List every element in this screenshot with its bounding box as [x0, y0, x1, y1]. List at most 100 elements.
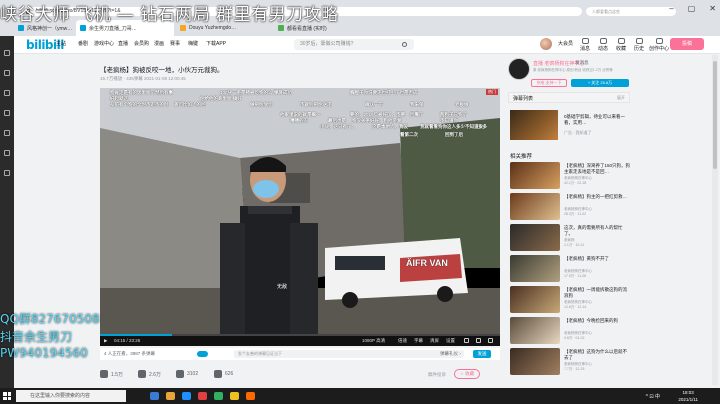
progress-bar[interactable]: [100, 334, 500, 336]
edge-icon[interactable]: [182, 392, 191, 400]
favorite-button[interactable]: 3102: [176, 370, 198, 378]
sidebar-app-icon[interactable]: [4, 130, 10, 136]
search-icon[interactable]: [402, 42, 407, 47]
quality-select[interactable]: 1080P 高清: [362, 338, 385, 344]
uploader-desc: 原 老疯杨狗在神中心 原创 粉丝 收获过1.2万 点赞等: [533, 68, 613, 72]
app-icon[interactable]: [214, 392, 223, 400]
settings-button[interactable]: 设置: [446, 338, 455, 344]
recommend-card[interactable]: 【老疯杨】黄狗不开了 老疯杨狗在神中心 17.5万 · 11-08: [508, 255, 630, 283]
fullscreen-icon[interactable]: [488, 338, 493, 343]
nav-item-manga[interactable]: 漫画: [154, 40, 164, 47]
tab-favicon-icon: [180, 25, 186, 31]
nav-item-anime[interactable]: 番剧: [78, 40, 88, 47]
message-uploader-link[interactable]: 发消息: [575, 60, 589, 66]
danmaku-list-expand[interactable]: 展开: [617, 95, 625, 101]
avatar[interactable]: [540, 38, 552, 50]
nav-item-main[interactable]: 主站: [56, 40, 66, 47]
video-player[interactable]: 狗肯定是有的饭里面了然后有事 100块一条是猪被吃狗的么 弹屏成功 胸膛子你说要…: [100, 88, 500, 346]
recommend-title: 【老疯杨】这狗为什么以后就不去了: [564, 349, 627, 360]
recommend-card[interactable]: 【老疯杨】深窝养了150只狗，狗主家走丢地是不是回… 老疯杨狗在神中心 42.1万 …: [508, 162, 630, 190]
system-tray[interactable]: ^ ⊡ 中: [646, 393, 660, 400]
speed-button[interactable]: 倍速: [398, 338, 407, 344]
danmaku-input[interactable]: 发个友善的弹幕见证当下: [234, 350, 464, 358]
recommend-card[interactable]: 这次，真的需要所有人的帮忙了。 老疯杨 2.1万 · 10-11: [508, 224, 630, 252]
player-controls: ▶ 04:15 / 23:26 1080P 高清 倍速 字幕 清屏 设置: [100, 334, 500, 346]
charge-button[interactable]: 充电 支持一下: [531, 79, 567, 87]
close-icon[interactable]: ✕: [709, 4, 716, 13]
danmaku: 胸膛子你说要走也打上了也是否成: [350, 90, 418, 95]
maximize-icon[interactable]: ▢: [688, 4, 696, 13]
sidebar-game-icon[interactable]: [4, 170, 10, 176]
taskbar-search[interactable]: 在这里输入你要搜索的内容: [16, 390, 126, 402]
upload-button[interactable]: 投稿: [670, 38, 704, 50]
shirt-lettering: 无敌: [277, 284, 288, 290]
sidebar-note-icon[interactable]: [4, 110, 10, 116]
ad-card[interactable]: 0基础学剪辑，待业可以来看一看，实用… 广告 · 我知道了: [508, 108, 630, 144]
app-icon[interactable]: [198, 392, 207, 400]
danmaku: 我来保: [410, 102, 424, 107]
nav-item-live[interactable]: 直播: [118, 40, 128, 47]
nav-item-games[interactable]: 游戏中心: [94, 40, 114, 47]
sidebar-tool-icon[interactable]: [4, 150, 10, 156]
recommend-card[interactable]: 【老疯杨】这狗为什么以后就不去了 老疯杨狗在神中心 7.7万 · 12-25: [508, 348, 630, 376]
play-icon[interactable]: ▶: [104, 338, 107, 344]
header-history[interactable]: 历史: [628, 38, 650, 52]
subtitle-button[interactable]: 字幕: [414, 338, 423, 344]
recommend-card[interactable]: 【老疯杨】今晚捡回来的狗 老疯杨狗在神中心 9.8万 · 01-02: [508, 317, 630, 345]
scrollbar[interactable]: [712, 55, 718, 385]
tab-title: 都看看直播 (实时): [287, 25, 327, 32]
app-icon[interactable]: [230, 392, 239, 400]
app-icon[interactable]: [246, 392, 255, 400]
danmaku-list[interactable]: 弹幕列表 展开: [508, 92, 630, 103]
clear-button[interactable]: 清屏: [430, 338, 439, 344]
danmaku-etiquette-link[interactable]: 弹幕礼仪 ›: [440, 351, 461, 357]
explorer-icon[interactable]: [166, 392, 175, 400]
danmaku-send-button[interactable]: 发送: [473, 350, 491, 358]
recommend-thumbnail: [510, 348, 560, 375]
stream-overlay-banner: 峡谷大师 飞机 — 钻石两局 群里有男刀攻略: [0, 5, 339, 25]
tab-favicon-icon: [80, 25, 86, 31]
browser-search-input[interactable]: 人都爱看点这些: [586, 7, 676, 16]
danmaku: 老板娘: [455, 102, 469, 107]
follow-button[interactable]: + 关注 25.6万: [571, 79, 629, 87]
danmaku: 多多: [478, 124, 487, 129]
danmaku: 确认一下: [365, 102, 383, 107]
nav-item-extra[interactable]: 嗨键: [188, 40, 198, 47]
recommend-thumbnail: [510, 255, 560, 282]
search-input[interactable]: 30岁后，靠做公司赚钱?: [294, 39, 414, 50]
like-button[interactable]: 1.5万: [100, 370, 123, 378]
windows-start-icon[interactable]: [3, 392, 11, 400]
recommend-title: 这次，真的需要所有人的帮忙了。: [564, 225, 623, 236]
minimize-icon[interactable]: –: [669, 4, 673, 13]
creator-icon: [655, 38, 663, 44]
stream-overlay-qq: QQ群827670508: [0, 312, 100, 326]
sidebar-history-icon[interactable]: [4, 70, 10, 76]
sidebar-download-icon[interactable]: [4, 90, 10, 96]
wide-icon[interactable]: [476, 338, 481, 343]
report-link[interactable]: 稿件投诉: [428, 372, 446, 378]
recommend-card[interactable]: 【老疯杨】狗主的一把红剪救… 老疯杨狗在神中心 28.3万 · 11-02: [508, 193, 630, 221]
scrollbar-thumb[interactable]: [713, 61, 717, 169]
taskbar-clock[interactable]: 18:03 2021/1/11: [678, 389, 698, 403]
sidebar-star-icon[interactable]: [4, 50, 10, 56]
header-history-label: 历史: [633, 46, 644, 52]
nav-item-mall[interactable]: 会员购: [134, 40, 149, 47]
taskview-icon[interactable]: [150, 392, 159, 400]
volume-icon[interactable]: [464, 338, 469, 343]
danmaku-toggle[interactable]: [197, 351, 208, 357]
recommend-stats: 28.3万 · 11-02: [564, 212, 587, 216]
nav-item-download-app[interactable]: 下载APP: [206, 40, 226, 47]
uploader-avatar[interactable]: [508, 58, 530, 80]
progress-fill: [100, 334, 172, 336]
recommend-card[interactable]: 【老疯杨】一周能拆散这狗的流浪狗 老疯杨狗在神中心 12.6万 · 12-14: [508, 286, 630, 314]
collect-button[interactable]: ☆ 收藏: [454, 369, 480, 379]
vip-link[interactable]: 大会员: [558, 40, 573, 47]
nav-item-esports[interactable]: 赛事: [170, 40, 180, 47]
time-display: 04:15 / 23:26: [114, 338, 141, 343]
coin-button[interactable]: 2.6万: [138, 370, 161, 378]
favorite-icon: [617, 38, 625, 44]
recommend-heading: 相关推荐: [510, 154, 533, 160]
recommend-thumbnail: [510, 162, 560, 189]
share-button[interactable]: 626: [214, 370, 233, 378]
header-creator[interactable]: 创作中心: [648, 38, 670, 52]
